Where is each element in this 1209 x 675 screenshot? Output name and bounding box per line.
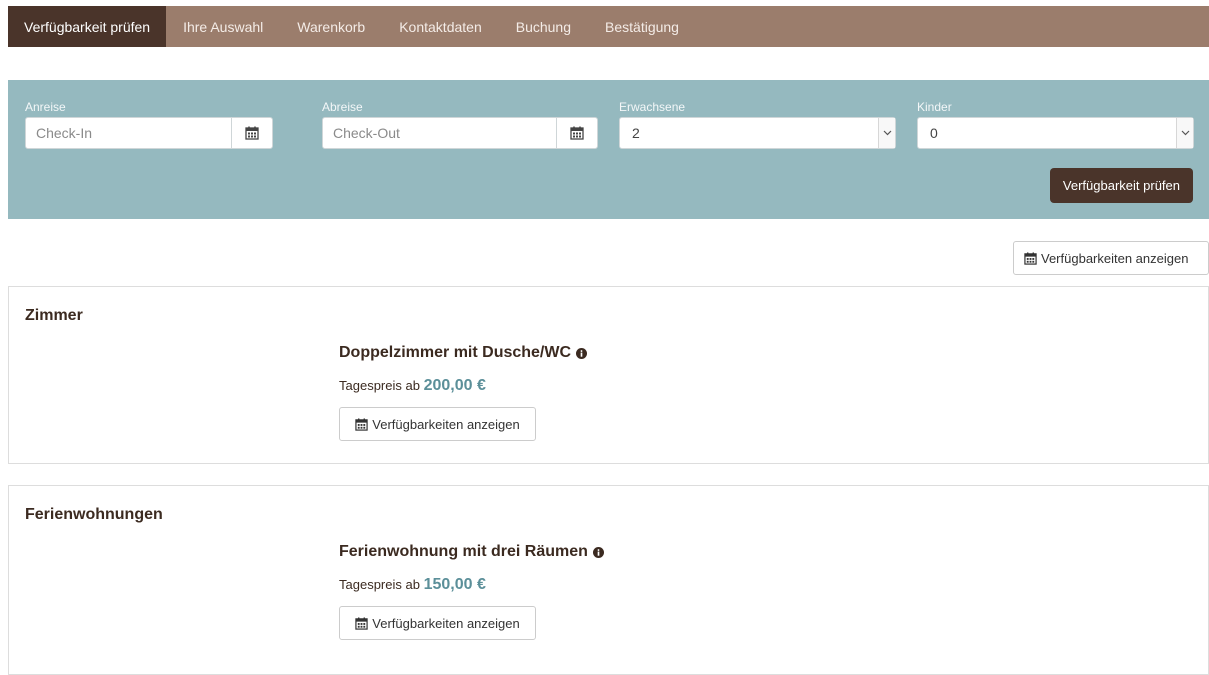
- step-contact[interactable]: Kontaktdaten: [382, 6, 499, 47]
- calendar-icon: [570, 126, 584, 140]
- departure-label: Abreise: [322, 100, 363, 114]
- arrival-label: Anreise: [25, 100, 66, 114]
- calendar-icon: [355, 417, 368, 431]
- children-label: Kinder: [917, 100, 952, 114]
- offer-title: Doppelzimmer mit Dusche/WC: [339, 344, 588, 362]
- chevron-down-icon: [878, 118, 895, 148]
- show-availabilities-button[interactable]: Verfügbarkeiten anzeigen: [1013, 241, 1209, 275]
- availability-search-panel: Anreise Abreise: [8, 80, 1209, 219]
- adults-field: Erwachsene 2: [619, 100, 896, 149]
- children-select[interactable]: 0: [917, 117, 1194, 149]
- offer-item: Doppelzimmer mit Dusche/WC Tagespreis ab…: [339, 344, 588, 441]
- booking-steps-nav: Verfügbarkeit prüfen Ihre Auswahl Warenk…: [8, 6, 1209, 47]
- arrival-input[interactable]: [26, 118, 231, 148]
- arrival-input-group: [25, 117, 273, 149]
- price-line: Tagespreis ab 200,00 €: [339, 377, 587, 395]
- calendar-icon: [245, 126, 259, 140]
- calendar-icon: [1024, 251, 1037, 265]
- step-selection[interactable]: Ihre Auswahl: [166, 6, 280, 47]
- category-title: Ferienwohnungen: [25, 506, 163, 523]
- adults-select[interactable]: 2: [619, 117, 896, 149]
- show-availabilities-label: Verfügbarkeiten anzeigen: [1041, 250, 1189, 266]
- departure-calendar-button[interactable]: [556, 118, 597, 148]
- offer-title: Ferienwohnung mit drei Räumen: [339, 543, 604, 561]
- show-availabilities-button[interactable]: Verfügbarkeiten anzeigen: [339, 606, 536, 640]
- chevron-down-icon: [1176, 118, 1193, 148]
- category-panel-ferienwohnungen: Ferienwohnungen Ferienwohnung mit drei R…: [8, 485, 1209, 675]
- arrival-calendar-button[interactable]: [231, 118, 272, 148]
- price-prefix: Tagespreis ab: [339, 577, 420, 592]
- price-value: 150,00 €: [423, 576, 486, 593]
- arrival-field: Anreise: [25, 100, 273, 149]
- children-field: Kinder 0: [917, 100, 1194, 149]
- adults-value: 2: [632, 125, 640, 141]
- step-booking[interactable]: Buchung: [499, 6, 588, 47]
- adults-label: Erwachsene: [619, 100, 686, 114]
- category-panel-zimmer: Zimmer Doppelzimmer mit Dusche/WC Tagesp…: [8, 286, 1209, 464]
- children-value: 0: [930, 125, 938, 141]
- offer-title-text: Ferienwohnung mit drei Räumen: [339, 543, 588, 560]
- show-availabilities-button[interactable]: Verfügbarkeiten anzeigen: [339, 407, 536, 441]
- info-circle-icon[interactable]: [576, 347, 588, 359]
- price-prefix: Tagespreis ab: [339, 378, 420, 393]
- departure-field: Abreise: [322, 100, 598, 149]
- show-availabilities-label: Verfügbarkeiten anzeigen: [372, 615, 520, 631]
- offer-title-text: Doppelzimmer mit Dusche/WC: [339, 344, 572, 361]
- offer-item: Ferienwohnung mit drei Räumen Tagespreis…: [339, 543, 604, 640]
- price-value: 200,00 €: [423, 377, 486, 394]
- info-circle-icon[interactable]: [592, 546, 604, 558]
- step-confirmation[interactable]: Bestätigung: [588, 6, 696, 47]
- departure-input[interactable]: [323, 118, 556, 148]
- step-availability[interactable]: Verfügbarkeit prüfen: [8, 6, 167, 47]
- show-availabilities-label: Verfügbarkeiten anzeigen: [372, 416, 520, 432]
- price-line: Tagespreis ab 150,00 €: [339, 576, 604, 594]
- check-availability-button[interactable]: Verfügbarkeit prüfen: [1049, 168, 1193, 203]
- departure-input-group: [322, 117, 598, 149]
- calendar-icon: [355, 616, 368, 630]
- step-cart[interactable]: Warenkorb: [280, 6, 382, 47]
- category-title: Zimmer: [25, 307, 83, 324]
